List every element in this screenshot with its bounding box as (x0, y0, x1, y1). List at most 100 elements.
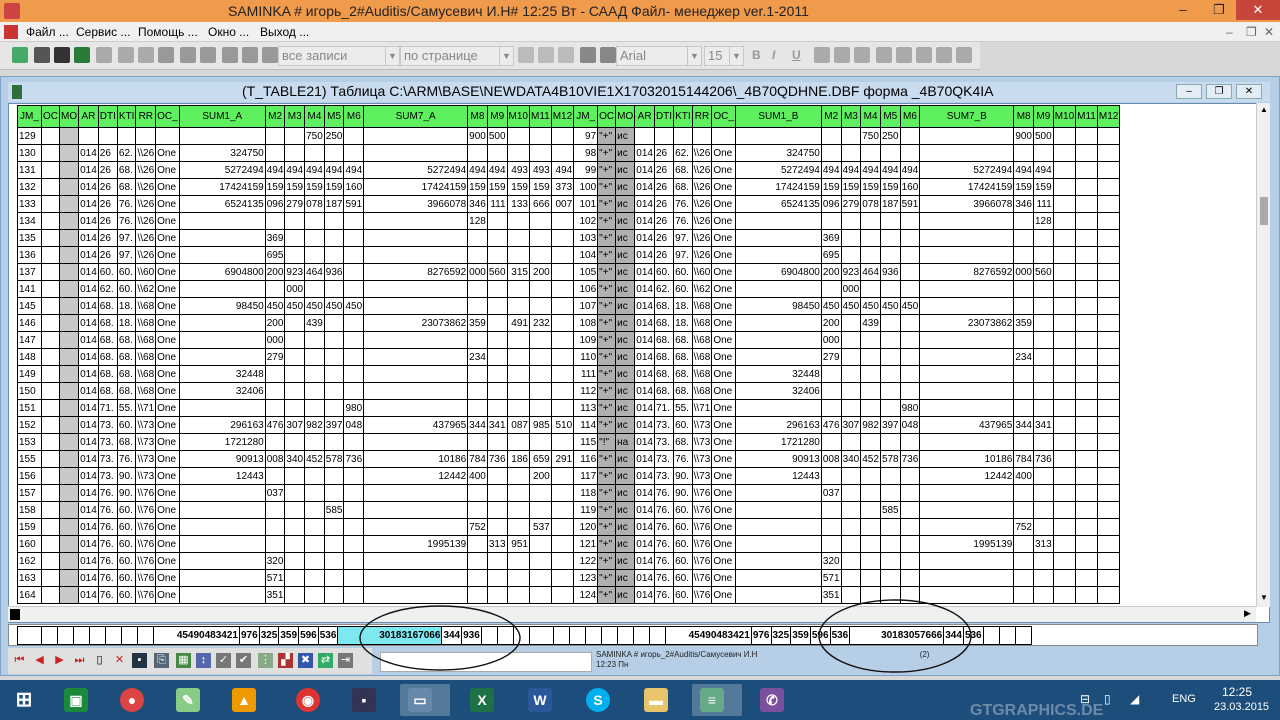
grid-cell[interactable] (363, 382, 469, 400)
column-header[interactable]: M4 (860, 105, 881, 128)
grid-cell[interactable] (304, 501, 325, 519)
grid-cell[interactable]: 000 (467, 263, 488, 281)
child-restore-button[interactable]: ❐ (1206, 84, 1232, 99)
grid-cell[interactable]: "+" (597, 399, 617, 417)
column-header[interactable]: MO (58, 105, 80, 128)
grid-cell[interactable]: 68. (97, 331, 118, 349)
grid-cell[interactable] (1096, 399, 1121, 417)
grid-cell[interactable]: 5272494 (178, 161, 266, 179)
grid-cell[interactable]: \\73 (691, 467, 713, 485)
grid-cell[interactable] (178, 280, 266, 298)
grid-cell[interactable] (363, 348, 469, 366)
grid-cell[interactable]: 048 (899, 416, 921, 434)
grid-cell[interactable] (323, 280, 345, 298)
grid-cell[interactable] (467, 433, 488, 451)
grid-cell[interactable]: "+" (597, 365, 617, 383)
grid-cell[interactable] (1075, 552, 1098, 570)
grid-cell[interactable]: 60. (97, 263, 118, 281)
column-header[interactable]: M10 (1052, 105, 1077, 128)
grid-cell[interactable] (1013, 212, 1034, 230)
grid-cell[interactable]: 76. (97, 501, 118, 519)
grid-cell[interactable] (1013, 484, 1034, 502)
grid-cell[interactable]: "+" (597, 229, 617, 247)
grid-cell[interactable] (467, 552, 488, 570)
grid-cell[interactable]: 155 (17, 450, 42, 468)
grid-cell[interactable] (363, 586, 469, 604)
grid-cell[interactable]: 736 (1033, 450, 1054, 468)
grid-cell[interactable]: 18. (116, 297, 137, 315)
grid-cell[interactable] (1075, 433, 1098, 451)
grid-cell[interactable] (343, 433, 365, 451)
grid-cell[interactable] (506, 331, 530, 349)
grid-cell[interactable]: 373 (550, 178, 575, 196)
grid-cell[interactable] (550, 263, 575, 281)
column-header[interactable]: DTI (97, 105, 118, 128)
grid-cell[interactable]: 186 (506, 450, 530, 468)
grid-cell[interactable]: 014 (634, 348, 655, 366)
grid-cell[interactable]: 750 (860, 127, 881, 145)
grid-cell[interactable] (58, 501, 80, 519)
table-row[interactable]: 149 014 68. 68. \\68 One 32448 111 "+" ис 014 68. 68… (17, 365, 1121, 383)
grid-cell[interactable]: \\26 (135, 246, 157, 264)
grid-cell[interactable]: 68. (673, 161, 693, 179)
grid-cell[interactable]: One (155, 416, 180, 434)
grid-cell[interactable]: 014 (634, 178, 655, 196)
grid-cell[interactable]: \\60 (691, 263, 713, 281)
grid-cell[interactable]: 014 (78, 144, 99, 162)
grid-cell[interactable] (486, 518, 508, 536)
grid-cell[interactable]: One (155, 178, 180, 196)
grid-cell[interactable]: 014 (634, 382, 655, 400)
grid-cell[interactable]: 014 (78, 161, 99, 179)
grid-cell[interactable]: 128 (467, 212, 488, 230)
grid-cell[interactable]: 6904800 (734, 263, 822, 281)
grid-cell[interactable]: 73. (653, 433, 675, 451)
grid-cell[interactable]: 187 (323, 195, 345, 213)
grid-cell[interactable] (506, 297, 530, 315)
grid-cell[interactable] (41, 467, 60, 485)
grid-cell[interactable]: 437965 (919, 416, 1015, 434)
grid-cell[interactable]: 494 (264, 161, 286, 179)
edit-icon[interactable] (222, 47, 238, 63)
grid-cell[interactable]: 60. (673, 518, 693, 536)
grid-cell[interactable]: 324750 (178, 144, 266, 162)
grid-cell[interactable] (840, 314, 862, 332)
grid-cell[interactable] (691, 127, 713, 145)
grid-cell[interactable]: One (711, 552, 736, 570)
grid-cell[interactable] (178, 314, 266, 332)
grid-cell[interactable]: 76. (97, 518, 118, 536)
grid-cell[interactable] (467, 246, 488, 264)
grid-cell[interactable] (467, 399, 488, 417)
grid-cell[interactable]: 784 (1013, 450, 1034, 468)
taskbar-word[interactable]: W (520, 684, 560, 716)
grid-cell[interactable]: One (155, 552, 180, 570)
grid-cell[interactable]: One (711, 450, 736, 468)
grid-cell[interactable]: 014 (78, 535, 99, 553)
grid-cell[interactable] (840, 246, 862, 264)
grid-cell[interactable]: 76. (116, 195, 137, 213)
grid-cell[interactable] (284, 382, 306, 400)
grid-cell[interactable] (879, 229, 901, 247)
grid-cell[interactable]: 68. (97, 348, 118, 366)
grid-cell[interactable] (58, 297, 80, 315)
grid-cell[interactable]: 26 (653, 212, 675, 230)
grid-cell[interactable]: 68. (116, 365, 137, 383)
grid-cell[interactable]: 397 (323, 416, 345, 434)
grid-cell[interactable] (899, 569, 921, 587)
grid-cell[interactable] (58, 178, 80, 196)
grid-cell[interactable] (550, 314, 575, 332)
grid-cell[interactable]: 037 (264, 484, 286, 502)
filter-icon[interactable] (180, 47, 196, 63)
grid-cell[interactable] (41, 263, 60, 281)
grid-cell[interactable] (506, 212, 530, 230)
grid-cell[interactable]: \\73 (691, 450, 713, 468)
grid-cell[interactable]: 111 (1033, 195, 1054, 213)
column-header[interactable]: M10 (506, 105, 530, 128)
grid-cell[interactable] (343, 569, 365, 587)
column-header[interactable]: M2 (820, 105, 842, 128)
table-icon[interactable] (54, 47, 70, 63)
grid-cell[interactable]: 108 (573, 314, 599, 332)
grid-cell[interactable]: One (711, 314, 736, 332)
grid-cell[interactable] (1075, 229, 1098, 247)
grid-cell[interactable] (734, 586, 822, 604)
grid-cell[interactable]: 571 (820, 569, 842, 587)
